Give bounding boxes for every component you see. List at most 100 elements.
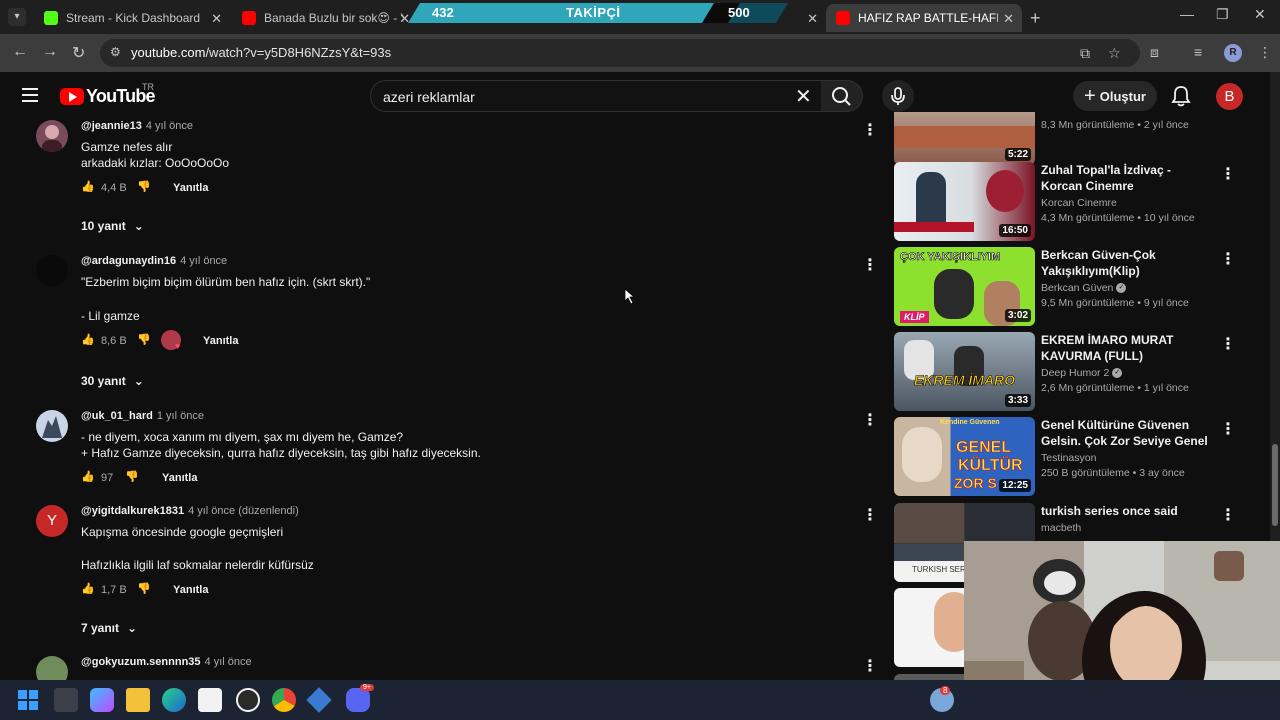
search-button[interactable]: [821, 80, 863, 112]
clear-search-icon[interactable]: ✕: [795, 84, 812, 109]
more-actions-icon[interactable]: ⋮: [862, 656, 878, 676]
more-actions-icon[interactable]: ⋮: [862, 255, 878, 275]
window-close-icon[interactable]: ✕: [1254, 6, 1266, 23]
browser-menu-icon[interactable]: ⋮: [1258, 44, 1272, 61]
close-icon[interactable]: ✕: [1003, 11, 1014, 27]
video-title[interactable]: Genel Kültürüne Güvenen Gelsin. Çok Zor …: [1041, 417, 1211, 449]
obs-icon[interactable]: [236, 688, 260, 712]
dislike-icon[interactable]: 👎: [137, 582, 151, 595]
video-title[interactable]: EKREM İMARO MURAT KAVURMA (FULL): [1041, 332, 1211, 364]
recommendation-item[interactable]: EKREM İMARO 3:33 EKREM İMARO MURAT KAVUR…: [894, 332, 1230, 412]
replies-toggle[interactable]: 30 yanıt ⌄: [81, 374, 144, 388]
more-actions-icon[interactable]: ⋮: [1220, 505, 1230, 525]
address-bar[interactable]: ⚙ youtube.com/watch?v=y5D8H6NZzsY&t=93s …: [100, 39, 1140, 67]
dislike-icon[interactable]: 👎: [137, 333, 151, 346]
search-input[interactable]: [383, 87, 783, 107]
more-actions-icon[interactable]: ⋮: [862, 120, 878, 140]
url-text[interactable]: youtube.com/watch?v=y5D8H6NZzsY&t=93s: [131, 45, 391, 60]
dislike-icon[interactable]: 👎: [125, 470, 139, 483]
comment-time[interactable]: 1 yıl önce: [157, 410, 204, 422]
forward-icon[interactable]: →: [42, 43, 58, 61]
replies-toggle[interactable]: 10 yanıt ⌄: [81, 219, 144, 233]
close-icon[interactable]: ✕: [807, 11, 818, 27]
avatar[interactable]: [36, 410, 68, 442]
install-app-icon[interactable]: ⧉: [1080, 45, 1090, 62]
copilot-icon[interactable]: [90, 688, 114, 712]
comment-author[interactable]: @uk_01_hard: [81, 410, 153, 422]
recommendation-item[interactable]: Kendine Güvenen GENEL KÜLTÜR ZOR S 12:25…: [894, 417, 1230, 497]
edge-icon[interactable]: [162, 688, 186, 712]
recommendation-item[interactable]: 5:22 8,3 Mn görüntüleme • 2 yıl önce: [894, 112, 1230, 166]
tab-kick-dashboard[interactable]: Stream - Kick Dashboard ✕: [34, 4, 230, 32]
channel-name[interactable]: Berkcan Güven ✓: [1041, 282, 1211, 294]
dislike-icon[interactable]: 👎: [137, 180, 151, 193]
avatar[interactable]: Y: [36, 505, 68, 537]
tab-hafiz-rap-battle[interactable]: HAFIZ RAP BATTLE-HAFIZLAR K ✕: [826, 4, 1022, 32]
menu-icon[interactable]: [22, 88, 38, 102]
more-actions-icon[interactable]: ⋮: [1220, 334, 1230, 354]
like-icon[interactable]: 👍: [81, 180, 95, 193]
more-actions-icon[interactable]: ⋮: [1220, 249, 1230, 269]
comment-time[interactable]: 4 yıl önce (düzenlendi): [188, 505, 299, 517]
extensions-icon[interactable]: ⧈: [1150, 44, 1159, 61]
reply-button[interactable]: Yanıtla: [173, 182, 208, 194]
minimize-icon[interactable]: —: [1180, 6, 1194, 22]
discord-icon[interactable]: [346, 688, 370, 712]
reply-button[interactable]: Yanıtla: [162, 472, 197, 484]
video-thumbnail[interactable]: 16:50: [894, 162, 1035, 241]
bookmark-star-icon[interactable]: ☆: [1108, 45, 1121, 62]
create-button[interactable]: + Oluştur: [1073, 81, 1157, 111]
task-view-icon[interactable]: [54, 688, 78, 712]
replies-toggle[interactable]: 7 yanıt ⌄: [81, 621, 137, 635]
like-icon[interactable]: 👍: [81, 470, 95, 483]
tab-search-icon[interactable]: ▾: [8, 8, 26, 26]
reply-button[interactable]: Yanıtla: [173, 584, 208, 596]
comment-time[interactable]: 4 yıl önce: [146, 120, 193, 132]
reply-button[interactable]: Yanıtla: [203, 335, 238, 347]
scrollbar-thumb[interactable]: [1272, 444, 1278, 526]
close-icon[interactable]: ✕: [211, 11, 222, 27]
voice-search-button[interactable]: [882, 80, 914, 112]
video-title[interactable]: Zuhal Topal'la İzdivaç - Korcan Cinemre: [1041, 162, 1211, 194]
reload-icon[interactable]: ↻: [72, 43, 85, 63]
browser-profile-avatar[interactable]: R: [1224, 44, 1242, 62]
media-control-icon[interactable]: ≡: [1194, 44, 1202, 60]
avatar[interactable]: [36, 255, 68, 287]
like-icon[interactable]: 👍: [81, 333, 95, 346]
channel-name[interactable]: Testinasyon: [1041, 452, 1211, 464]
search-box[interactable]: ✕: [370, 80, 822, 112]
video-thumbnail[interactable]: EKREM İMARO 3:33: [894, 332, 1035, 411]
file-explorer-icon[interactable]: [126, 688, 150, 712]
notifications-bell-icon[interactable]: [1171, 85, 1191, 107]
comment-author[interactable]: @yigitdalkurek1831: [81, 505, 184, 517]
avatar[interactable]: [36, 120, 68, 152]
video-thumbnail[interactable]: 5:22: [894, 112, 1035, 165]
store-icon[interactable]: [198, 688, 222, 712]
back-icon[interactable]: ←: [12, 43, 28, 61]
channel-name[interactable]: macbeth: [1041, 522, 1211, 534]
channel-name[interactable]: Korcan Cinemre: [1041, 197, 1211, 209]
like-icon[interactable]: 👍: [81, 582, 95, 595]
app-icon[interactable]: [306, 687, 332, 713]
restore-icon[interactable]: ❐: [1216, 6, 1229, 23]
account-avatar[interactable]: B: [1216, 83, 1243, 110]
recommendation-item[interactable]: 16:50 Zuhal Topal'la İzdivaç - Korcan Ci…: [894, 162, 1230, 242]
new-tab-icon[interactable]: +: [1030, 8, 1041, 29]
video-title[interactable]: turkish series once said: [1041, 503, 1211, 519]
windows-start-icon[interactable]: [16, 688, 40, 712]
comment-author[interactable]: @jeannie13: [81, 120, 142, 132]
video-title[interactable]: Berkcan Güven-Çok Yakışıklıyım(Klip): [1041, 247, 1211, 279]
comment-time[interactable]: 4 yıl önce: [180, 255, 227, 267]
tab-youtube-buzlu[interactable]: Banada Buzlu bir sok😍 - YouTu ✕: [232, 4, 418, 32]
channel-name[interactable]: Deep Humor 2 ✓: [1041, 367, 1211, 379]
chrome-icon[interactable]: [272, 688, 296, 712]
comment-time[interactable]: 4 yıl önce: [205, 656, 252, 668]
recommendation-item[interactable]: ÇOK YAKIŞIKLIYIM KLİP 3:02 Berkcan Güven…: [894, 247, 1230, 327]
more-actions-icon[interactable]: ⋮: [1220, 164, 1230, 184]
comment-author[interactable]: @gokyuzum.sennnn35: [81, 656, 201, 668]
video-thumbnail[interactable]: Kendine Güvenen GENEL KÜLTÜR ZOR S 12:25: [894, 417, 1035, 496]
youtube-logo[interactable]: YouTube TR: [60, 82, 156, 107]
video-thumbnail[interactable]: ÇOK YAKIŞIKLIYIM KLİP 3:02: [894, 247, 1035, 326]
avatar[interactable]: [36, 656, 68, 680]
site-info-icon[interactable]: ⚙: [110, 45, 121, 59]
